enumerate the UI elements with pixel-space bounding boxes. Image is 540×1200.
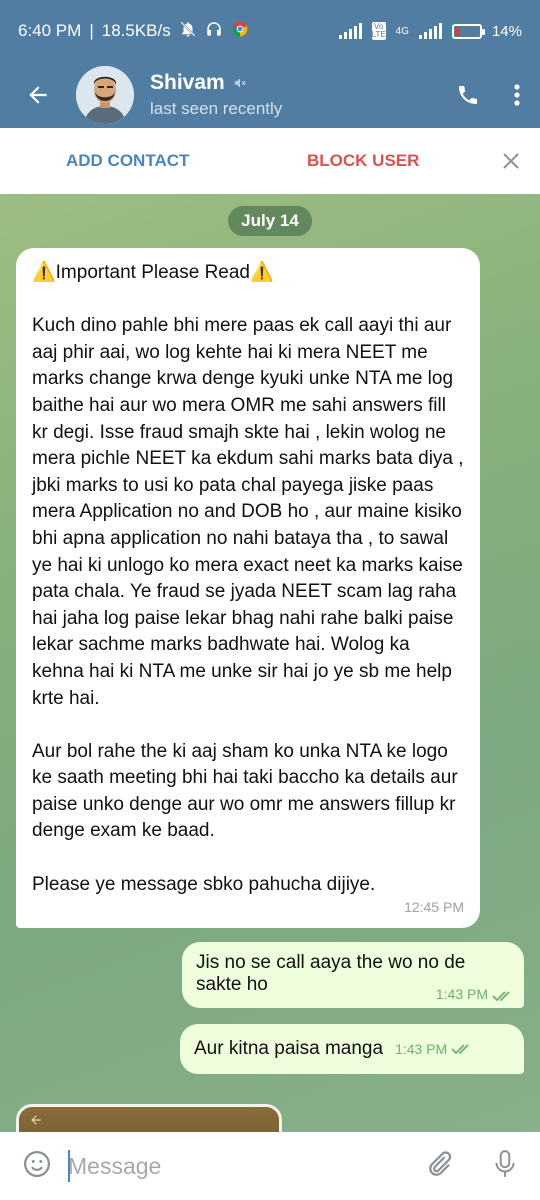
message-input[interactable]	[68, 1144, 368, 1188]
chat-area[interactable]: July 14 ⚠️Important Please Read⚠️ Kuch d…	[0, 194, 540, 1140]
message-time: 1:43 PM	[395, 1041, 448, 1057]
contact-name[interactable]: Shivam	[150, 71, 225, 95]
block-user-button[interactable]: BLOCK USER	[307, 151, 419, 171]
net-speed: 18.5KB/s	[101, 21, 171, 40]
outgoing-message[interactable]: Jis no se call aaya the wo no de sakte h…	[182, 942, 524, 1008]
arrow-left-icon	[29, 86, 47, 104]
add-contact-button[interactable]: ADD CONTACT	[66, 151, 189, 171]
attach-button[interactable]	[424, 1149, 454, 1184]
message-input-bar	[0, 1132, 540, 1200]
avatar[interactable]	[76, 66, 134, 124]
smiley-icon	[24, 1150, 50, 1177]
chrome-icon	[231, 20, 249, 43]
incoming-message[interactable]: ⚠️Important Please Read⚠️ Kuch dino pahl…	[16, 248, 480, 929]
call-button[interactable]	[442, 62, 494, 128]
voice-record-button[interactable]	[492, 1149, 518, 1184]
emoji-button[interactable]	[22, 1149, 52, 1184]
signal-2-icon	[418, 23, 442, 39]
outgoing-message[interactable]: Aur kitna paisa manga 1:43 PM	[180, 1024, 524, 1074]
headphones-icon	[205, 20, 223, 43]
message-text: Aur kitna paisa manga	[194, 1038, 384, 1059]
message-paragraph: Please ye message sbko pahucha dijiye.	[32, 873, 376, 895]
date-separator: July 14	[228, 206, 312, 236]
do-not-disturb-icon	[179, 20, 197, 43]
chat-header: Shivam last seen recently	[0, 62, 540, 128]
message-paragraph: Kuch dino pahle bhi mere paas ek call aa…	[32, 315, 464, 709]
status-separator: |	[89, 21, 94, 40]
microphone-icon	[495, 1149, 515, 1177]
close-action-bar-button[interactable]	[498, 148, 524, 174]
arrow-left-icon	[31, 1115, 41, 1125]
battery-percent: 14%	[491, 22, 522, 40]
message-paragraph: Aur bol rahe the ki aaj sham ko unka NTA…	[32, 740, 458, 842]
more-vertical-icon	[514, 84, 520, 106]
clock: 6:40 PM	[18, 21, 82, 40]
more-options-button[interactable]	[494, 62, 540, 128]
close-icon	[503, 153, 519, 169]
contact-action-bar: ADD CONTACT BLOCK USER	[0, 128, 540, 194]
status-bar: 6:40 PM | 18.5KB/s Vo LTE 4G 14%	[0, 0, 540, 62]
message-time: 1:43 PM	[435, 986, 488, 1002]
last-seen-status: last seen recently	[150, 99, 283, 118]
message-title: ⚠️Important Please Read⚠️	[32, 262, 274, 283]
paperclip-icon	[429, 1150, 452, 1176]
volte-badge: Vo LTE	[371, 22, 386, 40]
phone-icon	[459, 86, 477, 104]
double-check-icon	[451, 1044, 469, 1055]
network-type: 4G	[395, 25, 409, 37]
double-check-icon	[492, 991, 510, 1002]
signal-1-icon	[338, 23, 362, 39]
message-time: 12:45 PM	[404, 898, 464, 915]
back-button[interactable]	[0, 62, 76, 128]
muted-speaker-icon	[234, 78, 246, 88]
battery-icon	[451, 23, 485, 39]
